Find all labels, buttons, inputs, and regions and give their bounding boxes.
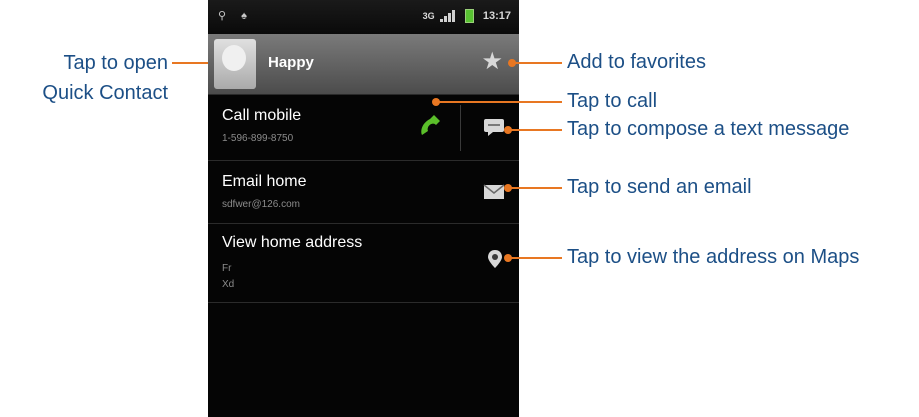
contact-photo-icon[interactable] [214, 39, 256, 89]
signal-icon [439, 10, 456, 22]
callout-email: Tap to send an email [567, 176, 752, 198]
battery-icon [464, 9, 474, 23]
phone-icon[interactable] [416, 113, 442, 139]
message-icon[interactable] [483, 118, 505, 136]
row-email-home[interactable]: Email home sdfwer@126.com [208, 161, 519, 224]
callout-call: Tap to call [567, 90, 658, 112]
status-time: 13:17 [482, 10, 511, 22]
network-type-label: 3G [422, 11, 435, 21]
row-address-line2: Xd [222, 279, 235, 290]
map-pin-icon[interactable] [487, 249, 503, 269]
leader-call [436, 101, 562, 103]
row-divider [460, 105, 461, 151]
row-email-title: Email home [222, 173, 307, 190]
leader-favorites [512, 62, 562, 64]
callout-maps: Tap to view the address on Maps [567, 246, 860, 268]
row-email-address: sdfwer@126.com [222, 199, 300, 210]
leader-compose [508, 129, 562, 131]
callout-favorites: Add to favorites [567, 51, 706, 73]
row-call-mobile[interactable]: Call mobile 1-596-899-8750 [208, 95, 519, 161]
status-icons: 3G 13:17 [423, 9, 511, 23]
row-call-number: 1-596-899-8750 [222, 133, 294, 144]
notification-icons: ⚲ ♠ [218, 10, 253, 22]
leader-dot-call [432, 98, 440, 106]
phone-screen: ⚲ ♠ 3G 13:17 Happy ★ Call mobile 1-596-8… [208, 0, 519, 417]
callout-compose: Tap to compose a text message [567, 118, 850, 140]
leader-email [508, 187, 562, 189]
star-icon[interactable]: ★ [481, 50, 503, 74]
callout-quick-contact-line2: Quick Contact [42, 82, 168, 104]
contact-name: Happy [268, 54, 314, 71]
row-address-line1: Fr [222, 263, 232, 274]
contact-header: Happy ★ [208, 34, 519, 95]
leader-dot-maps [504, 254, 512, 262]
leader-dot-email [504, 184, 512, 192]
leader-dot-compose [504, 126, 512, 134]
leader-dot-favorites [508, 59, 516, 67]
status-bar: ⚲ ♠ 3G 13:17 [208, 0, 519, 34]
callout-quick-contact: Tap to open Quick Contact [38, 51, 168, 105]
row-address-title: View home address [222, 234, 363, 251]
mail-icon[interactable] [483, 184, 505, 200]
leader-maps [508, 257, 562, 259]
row-call-title: Call mobile [222, 107, 302, 124]
callout-quick-contact-line1: Tap to open [63, 52, 168, 74]
row-view-address[interactable]: View home address Fr Xd [208, 224, 519, 303]
